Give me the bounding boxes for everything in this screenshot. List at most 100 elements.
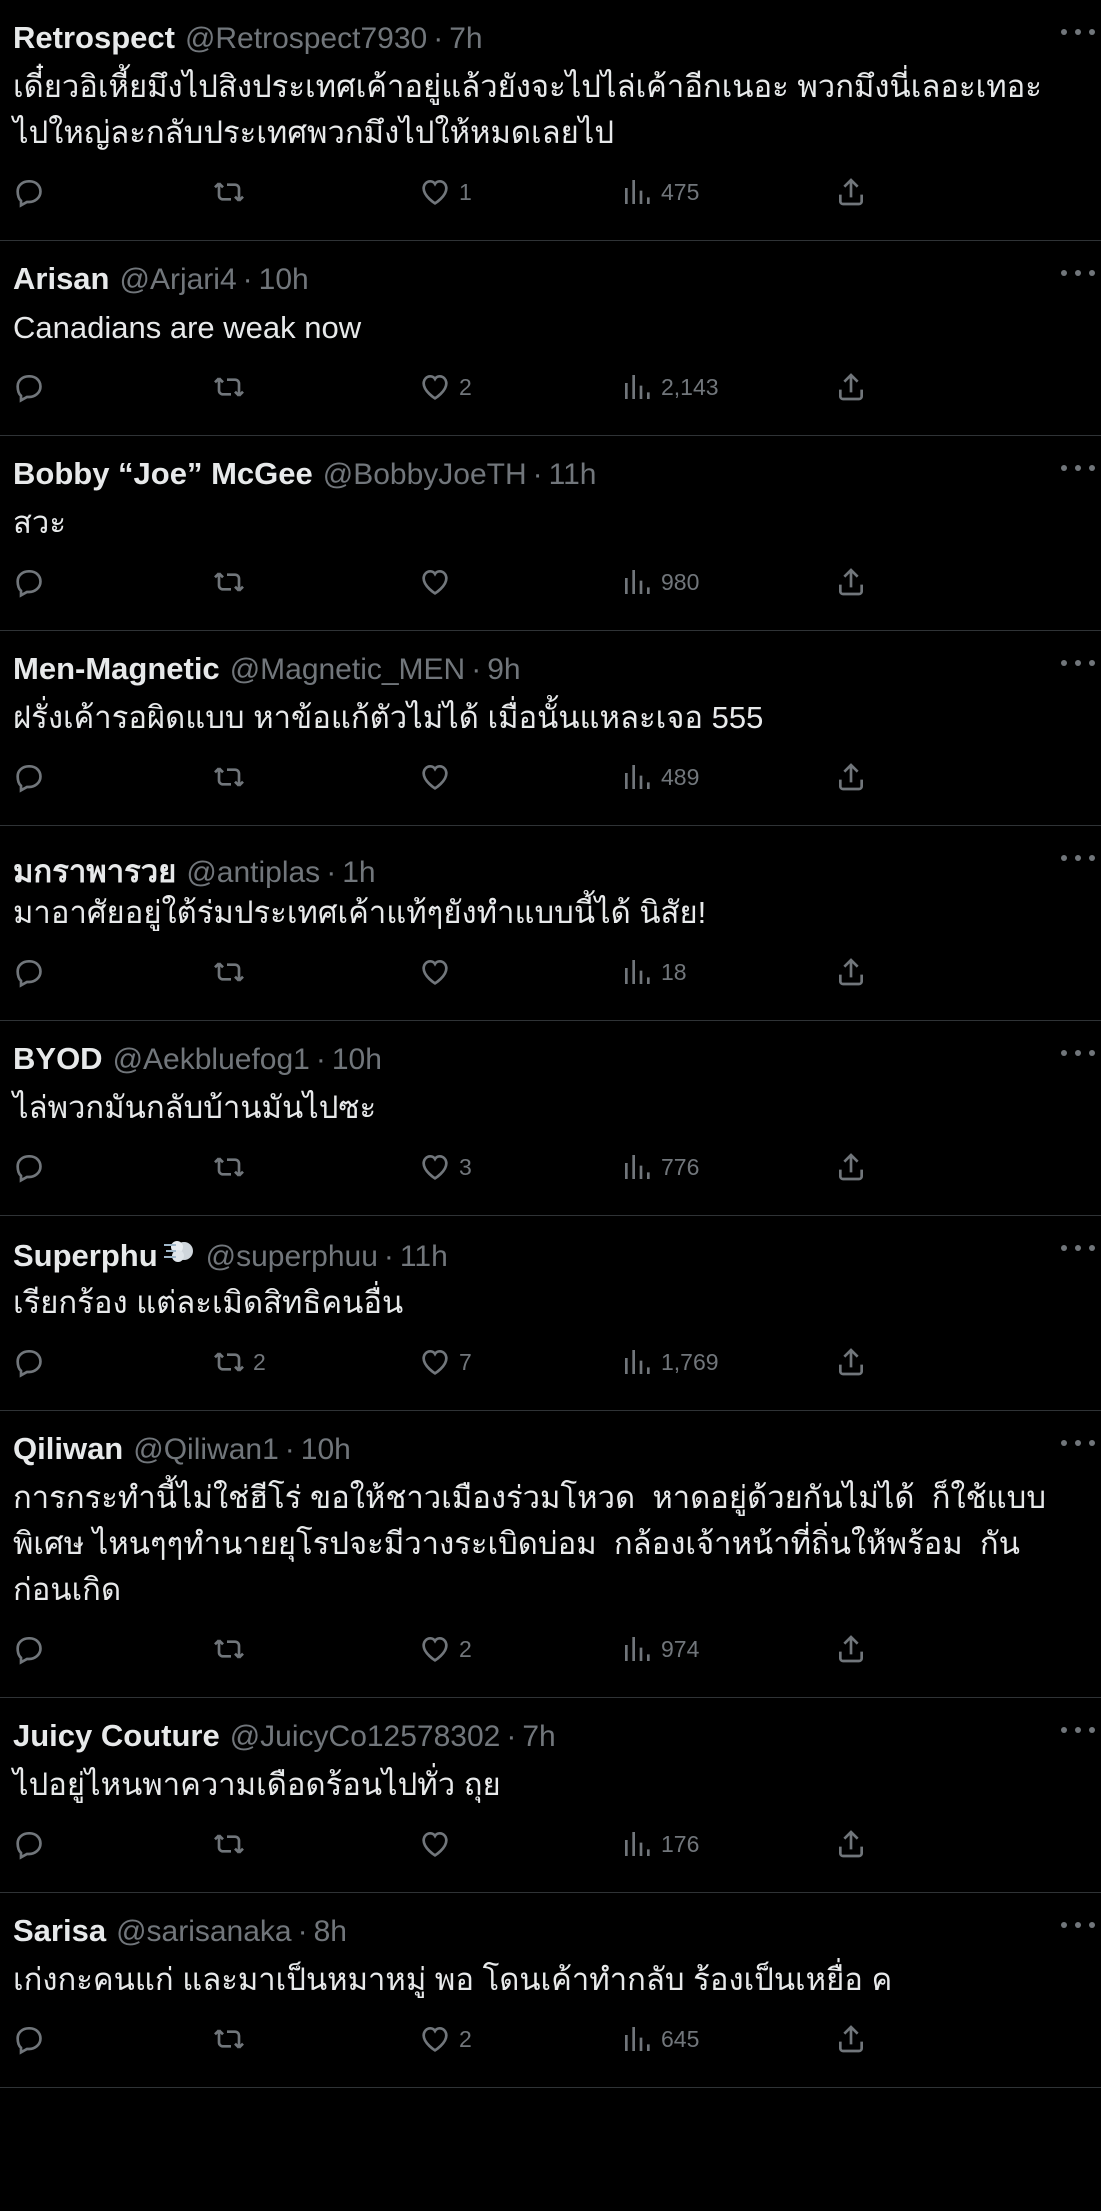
reply-button[interactable] [13,564,53,600]
more-options-icon[interactable] [1061,1043,1095,1063]
retweet-button[interactable] [213,1826,253,1862]
author-handle[interactable]: @antiplas [186,856,320,890]
like-button[interactable]: 2 [419,2021,472,2057]
share-button[interactable] [835,1344,867,1380]
more-options-icon[interactable] [1061,263,1095,283]
views-button[interactable]: 1,769 [621,1344,719,1380]
retweet-button[interactable] [213,564,253,600]
tweet[interactable]: Men-Magnetic @Magnetic_MEN · 9h ฝรั่งเค้… [0,631,1101,826]
author-handle[interactable]: @superphuu [206,1240,378,1274]
views-button[interactable]: 2,143 [621,369,719,405]
reply-button[interactable] [13,954,53,990]
retweet-button[interactable] [213,2021,253,2057]
author-name[interactable]: Juicy Couture [13,1718,220,1754]
retweet-button[interactable] [213,369,253,405]
timestamp[interactable]: 8h [314,1915,347,1949]
author-handle[interactable]: @Magnetic_MEN [230,653,466,687]
views-button[interactable]: 18 [621,954,687,990]
like-button[interactable]: 1 [419,174,472,210]
tweet[interactable]: Bobby “Joe” McGee @BobbyJoeTH · 11h สวะ [0,436,1101,631]
reply-button[interactable] [13,1149,53,1185]
timestamp[interactable]: 10h [301,1433,351,1467]
author-name[interactable]: Arisan [13,261,109,297]
timestamp[interactable]: 10h [259,263,309,297]
share-button[interactable] [835,369,867,405]
reply-button[interactable] [13,1826,53,1862]
tweet[interactable]: BYOD @Aekbluefog1 · 10h ไล่พวกมันกลับบ้า… [0,1021,1101,1216]
like-button[interactable]: 2 [419,1631,472,1667]
like-button[interactable] [419,759,459,795]
retweet-button[interactable]: 2 [213,1344,266,1380]
more-options-icon[interactable] [1061,1720,1095,1740]
reply-button[interactable] [13,2021,53,2057]
more-options-icon[interactable] [1061,1433,1095,1453]
reply-button[interactable] [13,1631,53,1667]
like-button[interactable] [419,954,459,990]
author-name[interactable]: Superphu [13,1238,158,1274]
author-name[interactable]: Retrospect [13,20,175,56]
like-button[interactable] [419,1826,459,1862]
views-button[interactable]: 776 [621,1149,699,1185]
more-options-icon[interactable] [1061,458,1095,478]
reply-button[interactable] [13,1344,53,1380]
timestamp[interactable]: 11h [400,1240,448,1274]
author-handle[interactable]: @JuicyCo12578302 [230,1720,501,1754]
tweet[interactable]: มกราพารวย @antiplas · 1h มาอาศัยอยู่ใต้ร… [0,826,1101,1021]
share-button[interactable] [835,759,867,795]
views-button[interactable]: 980 [621,564,699,600]
timestamp[interactable]: 7h [449,22,482,56]
author-name[interactable]: Sarisa [13,1913,106,1949]
tweet[interactable]: Superphu @superphuu · 11h เรียกร้อง แต่ล… [0,1216,1101,1411]
share-button[interactable] [835,1826,867,1862]
views-button[interactable]: 475 [621,174,699,210]
author-handle[interactable]: @BobbyJoeTH [323,458,527,492]
author-handle[interactable]: @Qiliwan1 [133,1433,279,1467]
share-button[interactable] [835,954,867,990]
like-button[interactable]: 7 [419,1344,472,1380]
author-handle[interactable]: @Retrospect7930 [185,22,427,56]
timestamp[interactable]: 7h [522,1720,555,1754]
author-name[interactable]: Bobby “Joe” McGee [13,456,313,492]
retweet-button[interactable] [213,759,253,795]
views-button[interactable]: 645 [621,2021,699,2057]
more-options-icon[interactable] [1061,848,1095,868]
views-button[interactable]: 489 [621,759,699,795]
timestamp[interactable]: 11h [549,458,597,492]
share-button[interactable] [835,2021,867,2057]
tweet[interactable]: Sarisa @sarisanaka · 8h เก่งกะคนแก่ และม… [0,1893,1101,2088]
share-button[interactable] [835,1149,867,1185]
like-button[interactable]: 2 [419,369,472,405]
reply-button[interactable] [13,369,53,405]
more-options-icon[interactable] [1061,653,1095,673]
timestamp[interactable]: 10h [332,1043,382,1077]
like-button[interactable] [419,564,459,600]
author-handle[interactable]: @sarisanaka [116,1915,292,1949]
reply-button[interactable] [13,759,53,795]
retweet-button[interactable] [213,1149,253,1185]
tweet[interactable]: Qiliwan @Qiliwan1 · 10h การกระทำนี้ไม่ใช… [0,1411,1101,1698]
share-button[interactable] [835,174,867,210]
reply-button[interactable] [13,174,53,210]
timestamp[interactable]: 9h [487,653,520,687]
author-name[interactable]: Qiliwan [13,1431,123,1467]
views-button[interactable]: 176 [621,1826,699,1862]
more-options-icon[interactable] [1061,22,1095,42]
share-button[interactable] [835,1631,867,1667]
tweet[interactable]: Retrospect @Retrospect7930 · 7h เดี๋ยวอิ… [0,0,1101,241]
author-name[interactable]: Men-Magnetic [13,651,220,687]
tweet[interactable]: Arisan @Arjari4 · 10h Canadians are weak… [0,241,1101,436]
retweet-button[interactable] [213,954,253,990]
tweet[interactable]: Juicy Couture @JuicyCo12578302 · 7h ไปอย… [0,1698,1101,1893]
like-button[interactable]: 3 [419,1149,472,1185]
author-handle[interactable]: @Arjari4 [119,263,236,297]
views-button[interactable]: 974 [621,1631,699,1667]
more-options-icon[interactable] [1061,1238,1095,1258]
share-button[interactable] [835,564,867,600]
author-name[interactable]: มกราพารวย [13,846,176,896]
author-handle[interactable]: @Aekbluefog1 [113,1043,310,1077]
retweet-button[interactable] [213,174,253,210]
timestamp[interactable]: 1h [342,856,375,890]
author-name[interactable]: BYOD [13,1041,103,1077]
retweet-button[interactable] [213,1631,253,1667]
more-options-icon[interactable] [1061,1915,1095,1935]
